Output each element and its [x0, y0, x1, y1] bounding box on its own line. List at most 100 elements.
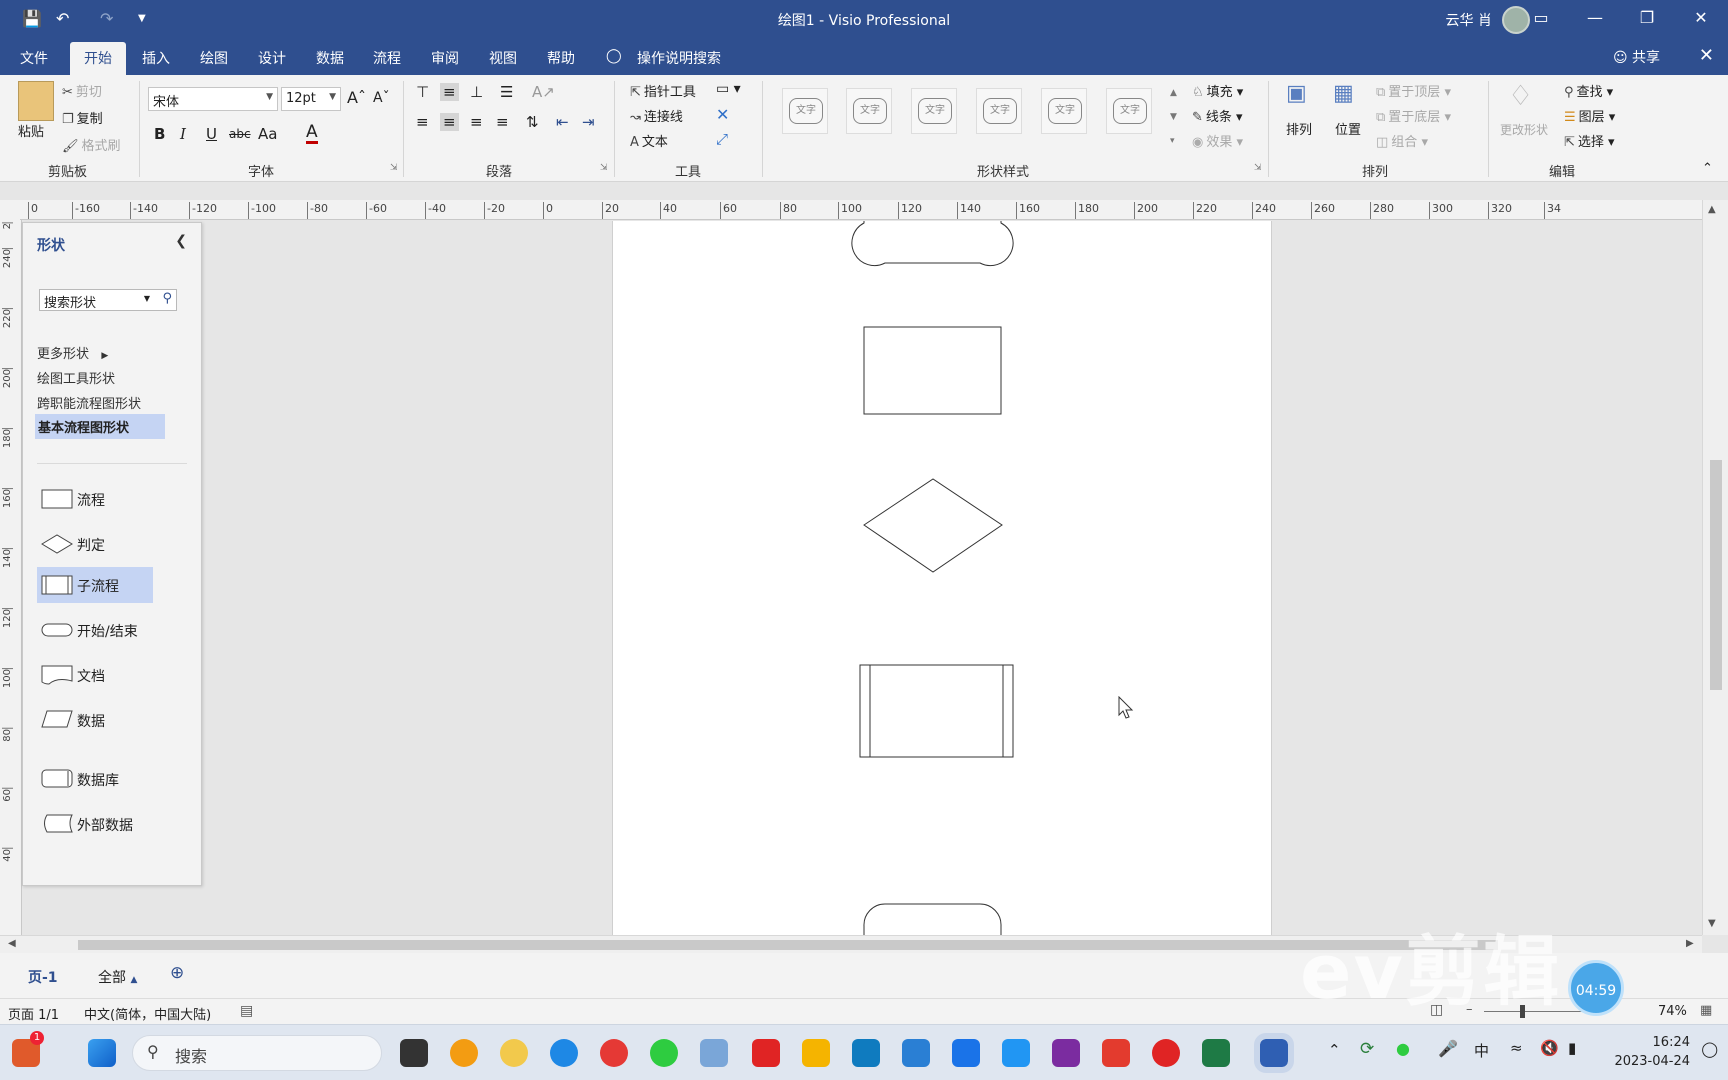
terminator-shape-bottom[interactable] [863, 903, 1002, 935]
shape-styles-dialog-launcher-icon[interactable]: ⇲ [1254, 163, 1262, 173]
fill-button[interactable]: 填充 [1207, 85, 1233, 100]
shape-style-6[interactable]: 文字 [1106, 88, 1152, 134]
shape-style-1[interactable]: 文字 [782, 88, 828, 134]
vertical-scroll-thumb[interactable] [1710, 460, 1722, 690]
scroll-right-icon[interactable]: ▶ [1686, 938, 1694, 949]
increase-indent-icon[interactable]: ⇥ [582, 113, 595, 131]
ime-indicator[interactable]: 中 [1474, 1040, 1489, 1061]
tab-file[interactable]: 文件 [20, 48, 48, 68]
minimize-button[interactable]: — [1580, 8, 1610, 27]
stencil-basic-flowchart[interactable]: 基本流程图形状 [35, 414, 165, 439]
scroll-left-icon[interactable]: ◀ [8, 938, 16, 949]
decision-shape[interactable] [863, 478, 1003, 573]
stencil-decision[interactable]: 判定 [37, 526, 153, 562]
tab-home[interactable]: 开始 [70, 42, 126, 75]
battery-icon[interactable]: ▮ [1568, 1039, 1576, 1057]
close-ribbon-icon[interactable]: ✕ [1699, 45, 1714, 66]
copy-button[interactable]: 复制 [77, 112, 103, 127]
drawing-page[interactable] [612, 221, 1272, 935]
user-name[interactable]: 云华 肖 [1446, 10, 1492, 30]
wps-icon[interactable] [1102, 1039, 1130, 1067]
paragraph-dialog-launcher-icon[interactable]: ⇲ [600, 163, 608, 173]
tab-view[interactable]: 视图 [489, 48, 517, 68]
stencil-database[interactable]: 数据库 [37, 761, 153, 797]
horizontal-scroll-thumb[interactable] [78, 940, 1498, 950]
recording-timer[interactable]: 04:59 [1568, 960, 1624, 1016]
italic-button[interactable]: I [180, 125, 186, 143]
stencil-drawing-tools[interactable]: 绘图工具形状 [37, 368, 115, 387]
text-direction-icon[interactable]: A↗ [532, 83, 555, 101]
collapse-ribbon-icon[interactable]: ⌃ [1702, 161, 1713, 176]
stencil-external-data[interactable]: 外部数据 [37, 806, 153, 842]
pointer-tool-button[interactable]: 指针工具 [644, 85, 696, 100]
close-button[interactable]: ✕ [1686, 8, 1716, 27]
position-button[interactable]: 位置 [1335, 119, 1361, 138]
align-middle-icon[interactable]: ≡ [440, 83, 459, 101]
media-app-icon[interactable] [1152, 1039, 1180, 1067]
task-view-icon[interactable] [400, 1039, 428, 1067]
align-top-icon[interactable]: ⊤ [416, 83, 429, 101]
scroll-down-icon[interactable]: ▼ [1708, 918, 1716, 929]
justify-icon[interactable]: ≡ [496, 113, 509, 131]
stencil-terminator[interactable]: 开始/结束 [37, 612, 153, 648]
shape-search-input[interactable]: 搜索形状 ▼ ⚲ [39, 289, 177, 311]
arrange-button[interactable]: 排列 [1286, 119, 1312, 138]
microphone-icon[interactable]: 🎤 [1438, 1039, 1458, 1058]
font-size-select[interactable]: 12pt ▼ [281, 87, 341, 111]
vertical-scrollbar[interactable]: ▲ ▼ [1702, 200, 1728, 935]
wechat-tray-icon[interactable]: ● [1396, 1039, 1410, 1058]
excel-icon[interactable] [1202, 1039, 1230, 1067]
stencil-document[interactable]: 文档 [37, 657, 153, 693]
group-button[interactable]: 组合 [1391, 135, 1417, 150]
scroll-up-icon[interactable]: ▲ [1708, 204, 1716, 215]
rectangle-tool-icon[interactable]: ▭ ▾ [716, 81, 741, 97]
feishu-icon[interactable] [952, 1039, 980, 1067]
volume-muted-icon[interactable]: 🔇 [1540, 1039, 1559, 1057]
notes-app-icon[interactable] [500, 1039, 528, 1067]
zoom-level[interactable]: 74% [1658, 1004, 1687, 1019]
cut-button[interactable]: 剪切 [76, 85, 102, 100]
page-tab-1[interactable]: 页-1 [28, 967, 58, 987]
find-button[interactable]: 查找 [1577, 85, 1603, 100]
paste-icon[interactable] [18, 81, 54, 121]
change-case-button[interactable]: Aa [258, 125, 277, 143]
visio-icon[interactable] [1254, 1033, 1294, 1073]
tab-review[interactable]: 审阅 [431, 48, 459, 68]
vertical-text-icon[interactable]: ⇅ [526, 113, 539, 131]
macro-record-icon[interactable]: ▤ [240, 1003, 253, 1019]
font-color-button[interactable]: A [306, 123, 318, 144]
tab-help[interactable]: 帮助 [547, 48, 575, 68]
underline-button[interactable]: U [206, 125, 217, 143]
stencil-subprocess[interactable]: 子流程 [37, 567, 153, 603]
send-to-back-button[interactable]: 置于底层 [1388, 110, 1440, 125]
connector-tool-button[interactable]: 连接线 [644, 110, 683, 125]
font-name-select[interactable]: 宋体 ▼ [148, 87, 278, 111]
font-dialog-launcher-icon[interactable]: ⇲ [390, 163, 398, 173]
all-pages-button[interactable]: 全部 ▲ [98, 967, 137, 987]
tab-draw[interactable]: 绘图 [200, 48, 228, 68]
align-bottom-icon[interactable]: ⊥ [470, 83, 483, 101]
format-painter-button[interactable]: 格式刷 [82, 139, 121, 154]
grow-font-icon[interactable]: Aˆ [347, 88, 366, 107]
paste-button[interactable]: 粘贴 [18, 121, 44, 140]
store-icon[interactable] [802, 1039, 830, 1067]
connection-point-icon[interactable]: ⤢ [716, 130, 728, 148]
photos-icon[interactable] [700, 1039, 728, 1067]
layers-button[interactable]: 图层 [1579, 110, 1605, 125]
stencil-process[interactable]: 流程 [37, 481, 153, 517]
strikethrough-button[interactable]: abc [229, 127, 251, 141]
todo-icon[interactable] [902, 1039, 930, 1067]
text-tool-button[interactable]: 文本 [642, 135, 668, 150]
drawing-canvas[interactable] [22, 221, 1702, 935]
ribbon-display-icon[interactable]: ▭ [1526, 8, 1556, 27]
shrink-font-icon[interactable]: Aˇ [373, 90, 390, 106]
search-dropdown-icon[interactable]: ▼ [144, 294, 150, 303]
select-button[interactable]: 选择 [1578, 135, 1604, 150]
more-shapes-item[interactable]: 更多形状 ▶ [37, 343, 108, 362]
sync-icon[interactable]: ⟳ [1360, 1039, 1374, 1059]
line-button[interactable]: 线条 [1206, 110, 1232, 125]
effects-button[interactable]: 效果 [1206, 135, 1232, 150]
search-icon[interactable]: ⚲ [162, 291, 172, 306]
stencil-cross-functional[interactable]: 跨职能流程图形状 [37, 393, 141, 412]
shape-style-4[interactable]: 文字 [976, 88, 1022, 134]
